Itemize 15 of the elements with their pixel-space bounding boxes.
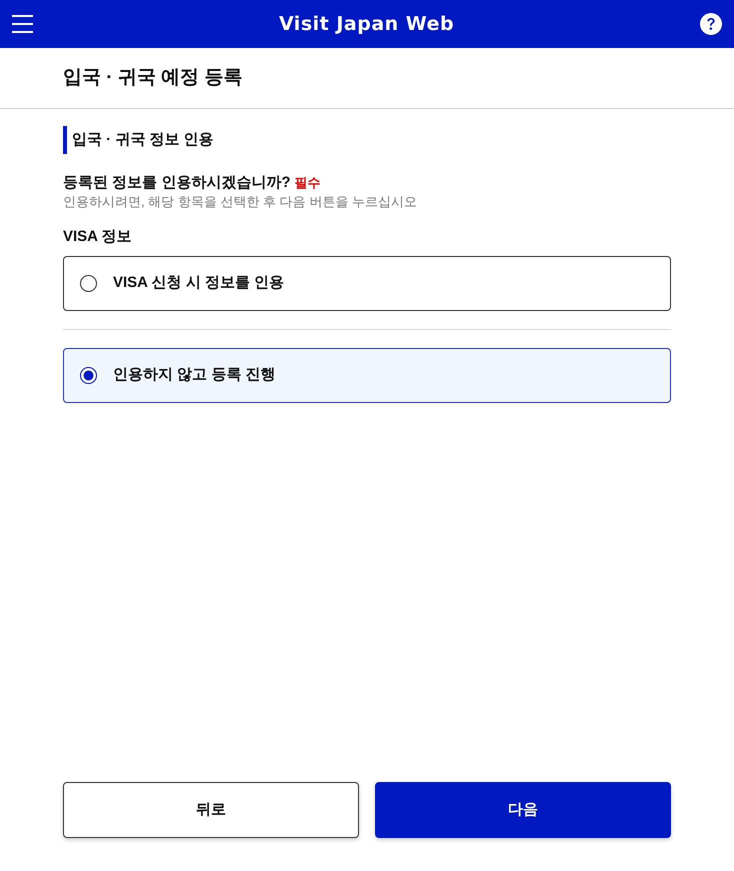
radio-button[interactable]	[80, 275, 97, 292]
next-button[interactable]: 다음	[375, 782, 671, 838]
radio-option[interactable]: VISA 신청 시 정보를 인용	[63, 256, 671, 311]
radio-button[interactable]	[80, 367, 97, 384]
radio-option[interactable]: 인용하지 않고 등록 진행	[63, 348, 671, 403]
hint-text: 인용하시려면, 해당 항목을 선택한 후 다음 버튼을 누르십시오	[63, 193, 418, 211]
menu-icon[interactable]	[12, 15, 33, 33]
page-title: 입국 · 귀국 예정 등록	[63, 66, 242, 90]
required-label: 필수	[294, 175, 321, 190]
app-title: Visit Japan Web	[278, 12, 454, 37]
group-label: VISA 정보	[63, 227, 133, 247]
back-button[interactable]: 뒤로	[63, 782, 359, 838]
question-text: 등록된 정보를 인용하시겠습니까?	[63, 174, 290, 191]
help-icon[interactable]	[700, 13, 722, 35]
section-heading: 입국 · 귀국 정보 인용	[63, 126, 671, 154]
